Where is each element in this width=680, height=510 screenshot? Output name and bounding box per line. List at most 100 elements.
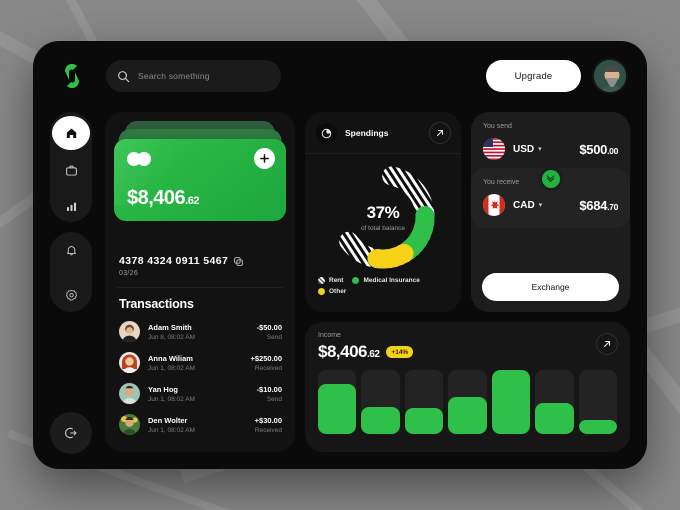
spendings-expand-button[interactable] xyxy=(429,122,451,144)
bar-track[interactable] xyxy=(448,370,487,434)
bar-track[interactable] xyxy=(535,370,574,434)
home-icon xyxy=(66,128,76,138)
card-stack: $8,406.62 xyxy=(114,121,286,231)
income-amount-main: $8,406 xyxy=(318,342,368,361)
sidebar-item-settings[interactable] xyxy=(54,278,88,312)
bar-fill xyxy=(361,407,400,434)
bar-track[interactable] xyxy=(404,370,444,434)
avatar xyxy=(119,383,140,404)
table-row[interactable]: Adam Smith Jun 8, 08:02 AM -$50.00 Send xyxy=(105,316,295,347)
bar-track[interactable] xyxy=(318,370,357,434)
brand-logo-icon[interactable] xyxy=(57,61,87,91)
swap-arrows-icon xyxy=(546,174,555,182)
income-label: Income xyxy=(318,332,341,339)
income-expand-button[interactable] xyxy=(596,333,618,355)
spendings-subtitle: of total balance xyxy=(360,224,406,232)
chevron-down-icon[interactable]: ▾ xyxy=(539,201,543,209)
transaction-amount: +$250.00 xyxy=(250,353,283,363)
transaction-type: Send xyxy=(266,333,282,341)
send-amount-main: $500 xyxy=(579,141,608,157)
card-balance: $8,406.62 xyxy=(127,187,199,210)
bar-track[interactable] xyxy=(361,370,400,434)
exchange-send-block: You send USD ▾ $500.00 xyxy=(471,112,630,160)
search-input[interactable]: Search something xyxy=(106,60,281,92)
briefcase-icon xyxy=(65,165,77,176)
send-label: You send xyxy=(483,123,512,130)
table-row[interactable]: Yan Hog Jun 1, 08:02 AM -$10.00 Send xyxy=(105,378,295,409)
search-placeholder: Search something xyxy=(138,71,210,81)
ca-flag-icon xyxy=(483,194,505,216)
bell-icon xyxy=(66,245,76,255)
spendings-percent: 37% xyxy=(366,202,400,222)
send-currency[interactable]: USD xyxy=(513,144,534,155)
bar-fill xyxy=(448,396,487,434)
bar-track[interactable] xyxy=(578,370,617,434)
arrow-up-right-icon xyxy=(436,129,444,137)
add-card-button[interactable] xyxy=(254,148,275,169)
legend-swatch xyxy=(318,288,325,295)
income-amount: $8,406.62 xyxy=(318,342,380,362)
receive-amount-main: $684 xyxy=(579,197,608,213)
bar-fill xyxy=(491,370,531,434)
transaction-date: Jun 8, 08:02 AM xyxy=(148,333,195,341)
avatar[interactable] xyxy=(592,58,628,94)
legend-item-medical: Medical Insurance xyxy=(352,277,420,284)
table-row[interactable]: Den Wolter Jun 1, 08:02 AM +$30.00 Recei… xyxy=(105,409,295,440)
card-expiry: 03/26 xyxy=(119,270,139,277)
avatar xyxy=(119,352,140,373)
transactions-list: Adam Smith Jun 8, 08:02 AM -$50.00 Send xyxy=(105,316,295,440)
avatar xyxy=(119,321,140,342)
legend-label: Rent xyxy=(329,277,344,284)
spendings-legend: Rent Medical Insurance Other xyxy=(318,277,450,295)
settings-gear-icon xyxy=(65,289,77,300)
card-number-row: 4378 4324 0911 5467 xyxy=(119,255,295,267)
transaction-type: Received xyxy=(254,364,282,372)
transaction-date: Jun 1, 08:02 AM xyxy=(148,364,195,372)
sidebar-item-notifications[interactable] xyxy=(54,232,88,266)
sidebar-primary xyxy=(50,112,92,222)
legend-swatch xyxy=(318,277,325,284)
spendings-header: Spendings xyxy=(305,112,461,154)
logout-icon xyxy=(65,427,77,439)
table-row[interactable]: Anna Wiliam Jun 1, 08:02 AM +$250.00 Rec… xyxy=(105,347,295,378)
avatar xyxy=(119,414,140,435)
primary-credit-card[interactable]: $8,406.62 xyxy=(114,139,286,221)
sidebar-item-home[interactable] xyxy=(52,116,90,151)
app-window: Search something Upgrade $8,406.62 4378 … xyxy=(33,41,647,469)
transactions-title: Transactions xyxy=(119,297,194,311)
transaction-name: Yan Hog xyxy=(148,384,179,394)
swap-currencies-button[interactable] xyxy=(538,167,563,191)
bar-track[interactable] xyxy=(491,370,531,434)
mastercard-icon xyxy=(127,152,151,166)
card-balance-cents: .62 xyxy=(185,195,199,207)
income-bar-chart xyxy=(305,362,630,445)
divider xyxy=(117,287,283,288)
sidebar-item-statistics[interactable] xyxy=(54,191,88,222)
transaction-name: Den Wolter xyxy=(148,415,188,425)
legend-item-other: Other xyxy=(318,288,346,295)
legend-item-rent: Rent xyxy=(318,277,343,284)
transaction-type: Send xyxy=(266,395,282,403)
bar-fill xyxy=(535,403,574,434)
transaction-type: Received xyxy=(254,426,282,434)
transaction-date: Jun 1, 08:02 AM xyxy=(148,395,195,403)
receive-currency[interactable]: CAD xyxy=(513,200,535,211)
card-balance-main: $8,406 xyxy=(127,187,186,209)
legend-label: Other xyxy=(329,288,347,295)
income-change-badge: +14% xyxy=(386,346,414,358)
copy-icon[interactable] xyxy=(234,256,243,266)
income-panel: Income $8,406.62 +14% xyxy=(305,322,630,452)
send-amount: $500.00 xyxy=(579,142,618,157)
upgrade-button[interactable]: Upgrade xyxy=(486,60,581,92)
chevron-down-icon[interactable]: ▾ xyxy=(538,145,542,153)
sidebar-item-wallet[interactable] xyxy=(54,155,88,186)
spendings-panel: Spendings 37% of total balance Rent Medi… xyxy=(305,112,461,312)
logout-button[interactable] xyxy=(50,412,92,454)
transaction-amount: -$10.00 xyxy=(256,384,282,394)
transaction-amount: -$50.00 xyxy=(256,322,282,332)
card-number: 4378 4324 0911 5467 xyxy=(119,255,229,267)
exchange-button[interactable]: Exchange xyxy=(482,273,619,301)
exchange-panel: You send USD ▾ $500.00 You receive CAD ▾… xyxy=(471,112,630,312)
send-amount-decimals: .00 xyxy=(607,145,618,156)
pie-chart-icon xyxy=(316,122,337,144)
